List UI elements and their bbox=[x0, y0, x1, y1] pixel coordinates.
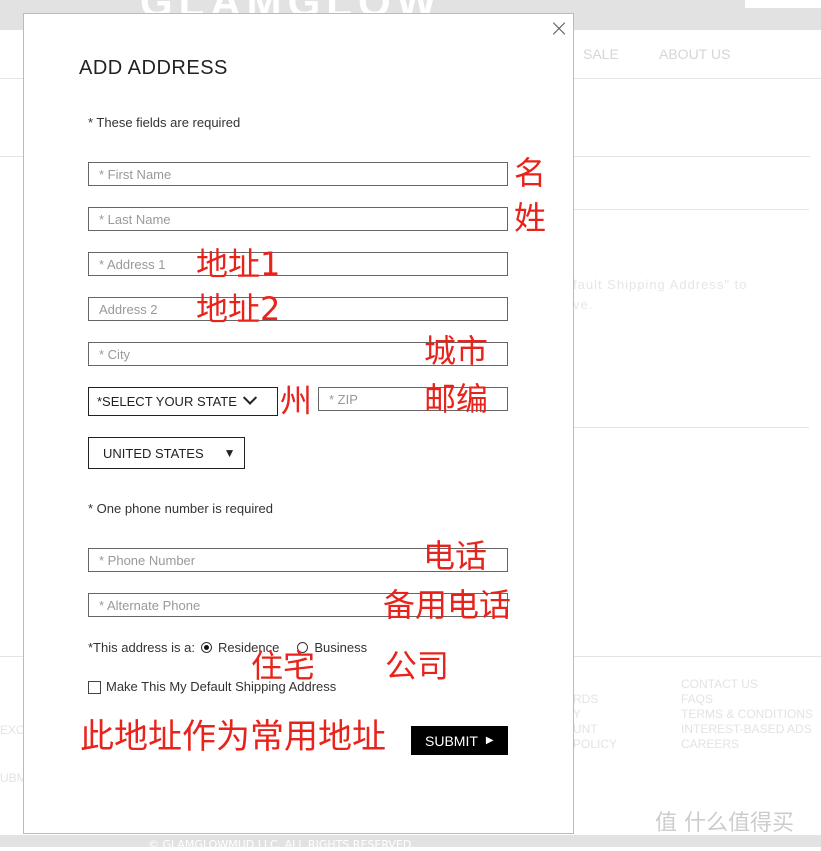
submit-label: SUBMIT bbox=[425, 732, 478, 749]
annotation-last-name: 姓 bbox=[514, 199, 547, 237]
annotation-business: 公司 bbox=[385, 647, 450, 685]
copyright: © GLAMGLOWMUD LLC. ALL RIGHTS RESERVED. bbox=[148, 838, 415, 851]
footer-link[interactable]: POLICY bbox=[573, 737, 617, 752]
footer-link[interactable]: RDS bbox=[573, 692, 617, 707]
country-select-value: UNITED STATES bbox=[103, 445, 204, 461]
footer-link-careers[interactable]: CAREERS bbox=[681, 737, 813, 752]
play-arrow-icon: ▶ bbox=[485, 735, 494, 746]
address2-input[interactable] bbox=[88, 297, 508, 321]
notice-text: fault Shipping Address" to bbox=[573, 277, 748, 292]
header-search-box bbox=[745, 0, 821, 8]
address-type-group: *This address is a: Residence Business bbox=[88, 640, 367, 655]
annotation-address1: 地址1 bbox=[196, 245, 281, 283]
divider bbox=[573, 209, 809, 210]
required-note: * These fields are required bbox=[88, 115, 241, 130]
address1-input[interactable] bbox=[88, 252, 508, 276]
footer-link[interactable]: Y bbox=[573, 707, 617, 722]
business-label[interactable]: Business bbox=[314, 640, 367, 655]
annotation-phone: 电话 bbox=[423, 537, 488, 575]
nav-sale[interactable]: SALE bbox=[583, 46, 619, 62]
watermark: 值 什么值得买 bbox=[655, 811, 794, 836]
annotation-residence: 住宅 bbox=[251, 647, 316, 685]
nav-about-us[interactable]: ABOUT US bbox=[659, 46, 730, 62]
annotation-zip: 邮编 bbox=[424, 380, 489, 418]
annotation-first-name: 名 bbox=[514, 154, 547, 192]
residence-radio[interactable] bbox=[200, 642, 212, 653]
annotation-state: 州 bbox=[280, 382, 313, 420]
footer-link-faqs[interactable]: FAQS bbox=[681, 692, 813, 707]
state-select-value: *SELECT YOUR STATE bbox=[97, 394, 237, 409]
close-icon[interactable]: × bbox=[549, 14, 569, 42]
country-select[interactable]: UNITED STATES ▼ bbox=[88, 437, 245, 469]
annotation-default: 此地址作为常用地址 bbox=[80, 717, 386, 757]
add-address-modal bbox=[23, 13, 574, 834]
footer-link-ads[interactable]: INTEREST-BASED ADS bbox=[681, 722, 813, 737]
annotation-alt-phone: 备用电话 bbox=[383, 586, 512, 624]
annotation-address2: 地址2 bbox=[196, 290, 281, 328]
chevron-down-icon bbox=[242, 390, 257, 405]
state-select[interactable]: *SELECT YOUR STATE bbox=[88, 387, 278, 416]
notice-text: ve. bbox=[573, 297, 594, 312]
footer-col2: CONTACT US FAQS TERMS & CONDITIONS INTER… bbox=[681, 677, 813, 752]
divider bbox=[573, 427, 809, 428]
dropdown-triangle-icon: ▼ bbox=[223, 446, 236, 460]
footer-link-contact[interactable]: CONTACT US bbox=[681, 677, 813, 692]
phone-note: * One phone number is required bbox=[88, 501, 274, 516]
modal-title: ADD ADDRESS bbox=[79, 57, 228, 79]
annotation-city: 城市 bbox=[424, 332, 489, 370]
footer-link[interactable]: UNT bbox=[573, 722, 617, 737]
address-type-label: *This address is a: bbox=[88, 640, 195, 655]
default-address-checkbox[interactable] bbox=[88, 681, 101, 694]
first-name-input[interactable] bbox=[88, 162, 508, 186]
submit-button[interactable]: SUBMIT ▶ bbox=[411, 726, 508, 755]
footer-col1: RDS Y UNT POLICY bbox=[573, 692, 617, 752]
footer-link-terms[interactable]: TERMS & CONDITIONS bbox=[681, 707, 813, 722]
last-name-input[interactable] bbox=[88, 207, 508, 231]
footer-fragment: EXC bbox=[0, 723, 25, 737]
